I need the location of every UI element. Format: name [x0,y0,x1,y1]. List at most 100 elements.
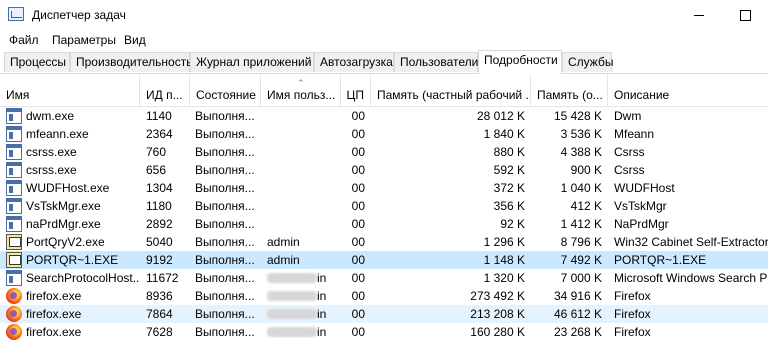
maximize-button[interactable] [722,0,768,30]
table-row[interactable]: dwm.exe 1140 Выполня... 00 28 012 K 15 428 K D… [0,107,768,125]
cell-status: Выполня... [195,307,255,321]
cell-name: dwm.exe [26,109,75,123]
cell-status: Выполня... [195,271,255,285]
cell-mem: 8 796 K [560,235,602,249]
minimize-icon [694,14,704,16]
tab-services[interactable]: Службы [562,52,613,72]
cell-mem-private: 356 K [493,199,525,213]
cell-name: SearchProtocolHost.... [26,271,140,285]
table-row[interactable]: PORTQR~1.EXE 9192 Выполня... admin 00 1 148 K… [0,251,768,269]
tab-users[interactable]: Пользователи [394,52,478,72]
cell-cpu: 00 [351,289,365,303]
table-row[interactable]: csrss.exe 656 Выполня... 00 592 K 900 K Csrss [0,161,768,179]
cell-pid: 2892 [146,217,173,231]
table-row[interactable]: mfeann.exe 2364 Выполня... 00 1 840 K 3 536 K… [0,125,768,143]
cell-mem: 23 268 K [553,325,602,339]
window-title: Диспетчер задач [32,8,126,22]
sort-ascending-icon: ⌃ [297,78,305,88]
cell-description: PORTQR~1.EXE [614,253,707,267]
cell-name: WUDFHost.exe [26,181,110,195]
cell-user [267,125,341,143]
cell-name: mfeann.exe [26,127,89,141]
cell-cpu: 00 [351,325,365,339]
cell-cpu: 00 [351,127,365,141]
table-row[interactable]: firefox.exe 7864 Выполня... in 00 213 208 K 46… [0,305,768,323]
cell-user: in [317,325,327,339]
cell-description: Csrss [614,145,645,159]
cell-pid: 11672 [146,271,179,285]
tab-details[interactable]: Подробности [478,50,562,74]
cell-user: admin [267,253,300,267]
cell-pid: 2364 [146,127,173,141]
cell-cpu: 00 [351,307,365,321]
tab-processes[interactable]: Процессы [4,52,70,72]
cell-status: Выполня... [195,181,255,195]
cell-status: Выполня... [195,235,255,249]
cell-mem: 4 388 K [560,145,602,159]
tab-startup[interactable]: Автозагрузка [314,52,394,72]
table-row[interactable]: SearchProtocolHost.... 11672 Выполня... in 0… [0,269,768,287]
cell-user [267,197,341,215]
cell-pid: 7628 [146,325,173,339]
cell-description: Firefox [614,325,651,339]
col-desc-header[interactable]: Описание [608,74,768,106]
table-row[interactable]: firefox.exe 8936 Выполня... in 00 273 492 K 34… [0,287,768,305]
cell-cpu: 00 [351,145,365,159]
cell-name: csrss.exe [26,145,77,159]
menu-view[interactable]: Вид [124,33,146,47]
cell-cpu: 00 [351,271,365,285]
cell-mem-private: 273 492 K [470,289,525,303]
cell-mem-private: 160 280 K [470,325,525,339]
cell-status: Выполня... [195,199,255,213]
table-row[interactable]: naPrdMgr.exe 2892 Выполня... 00 92 K 1 412 K N… [0,215,768,233]
cell-cpu: 00 [351,217,365,231]
cell-pid: 9192 [146,253,173,267]
table-row[interactable]: csrss.exe 760 Выполня... 00 880 K 4 388 K Csrs… [0,143,768,161]
col-name-header[interactable]: Имя [0,74,140,106]
menu-file[interactable]: Файл [9,33,39,47]
cell-mem-private: 28 012 K [476,109,525,123]
table-header: Имя ИД п... Состояние Имя польз... ЦП Па… [0,74,768,107]
col-cpu-header[interactable]: ЦП [341,74,371,106]
title-bar: Диспетчер задач [0,0,768,30]
cell-description: NaPrdMgr [614,217,669,231]
maximize-icon [739,9,751,21]
table-row[interactable]: VsTskMgr.exe 1180 Выполня... 00 356 K 412 K Vs… [0,197,768,215]
cell-status: Выполня... [195,253,255,267]
col-pid-header[interactable]: ИД п... [140,74,190,106]
cell-name: firefox.exe [26,307,82,321]
col-mem-header[interactable]: Память (о... [531,74,608,106]
tab-performance[interactable]: Производительность [70,52,192,72]
cell-name: PortQryV2.exe [26,235,105,249]
cell-cpu: 00 [351,181,365,195]
cell-name: firefox.exe [26,289,82,303]
cell-pid: 5040 [146,235,173,249]
cell-pid: 656 [146,163,167,177]
minimize-button[interactable] [676,0,722,30]
table-row[interactable]: firefox.exe 7628 Выполня... in 00 160 280 K 23… [0,323,768,341]
col-status-header[interactable]: Состояние [190,74,261,106]
tab-strip: Процессы Производительность Журнал прило… [0,50,768,74]
cell-name: VsTskMgr.exe [26,199,101,213]
cell-mem: 7 000 K [560,271,602,285]
cell-status: Выполня... [195,145,255,159]
cell-status: Выполня... [195,109,255,123]
cell-user: in [317,289,327,303]
table-row[interactable]: WUDFHost.exe 1304 Выполня... 00 372 K 1 040 K… [0,179,768,197]
cell-mem-private: 592 K [493,163,525,177]
cell-pid: 1180 [146,199,172,213]
cell-name: naPrdMgr.exe [26,217,101,231]
cell-mem: 412 K [570,199,602,213]
table-row[interactable]: PortQryV2.exe 5040 Выполня... admin 00 1 296 … [0,233,768,251]
cell-status: Выполня... [195,325,255,339]
cell-mem: 3 536 K [560,127,602,141]
cell-mem: 1 040 K [560,181,602,195]
tab-app-history[interactable]: Журнал приложений [190,52,314,72]
cell-user: in [317,307,327,321]
menu-params[interactable]: Параметры [52,33,116,47]
cell-mem: 15 428 K [553,109,602,123]
cell-cpu: 00 [351,199,365,213]
cell-mem-private: 880 K [493,145,525,159]
cell-status: Выполня... [195,163,255,177]
col-mem-private-header[interactable]: Память (частный рабочий ... [371,74,531,106]
